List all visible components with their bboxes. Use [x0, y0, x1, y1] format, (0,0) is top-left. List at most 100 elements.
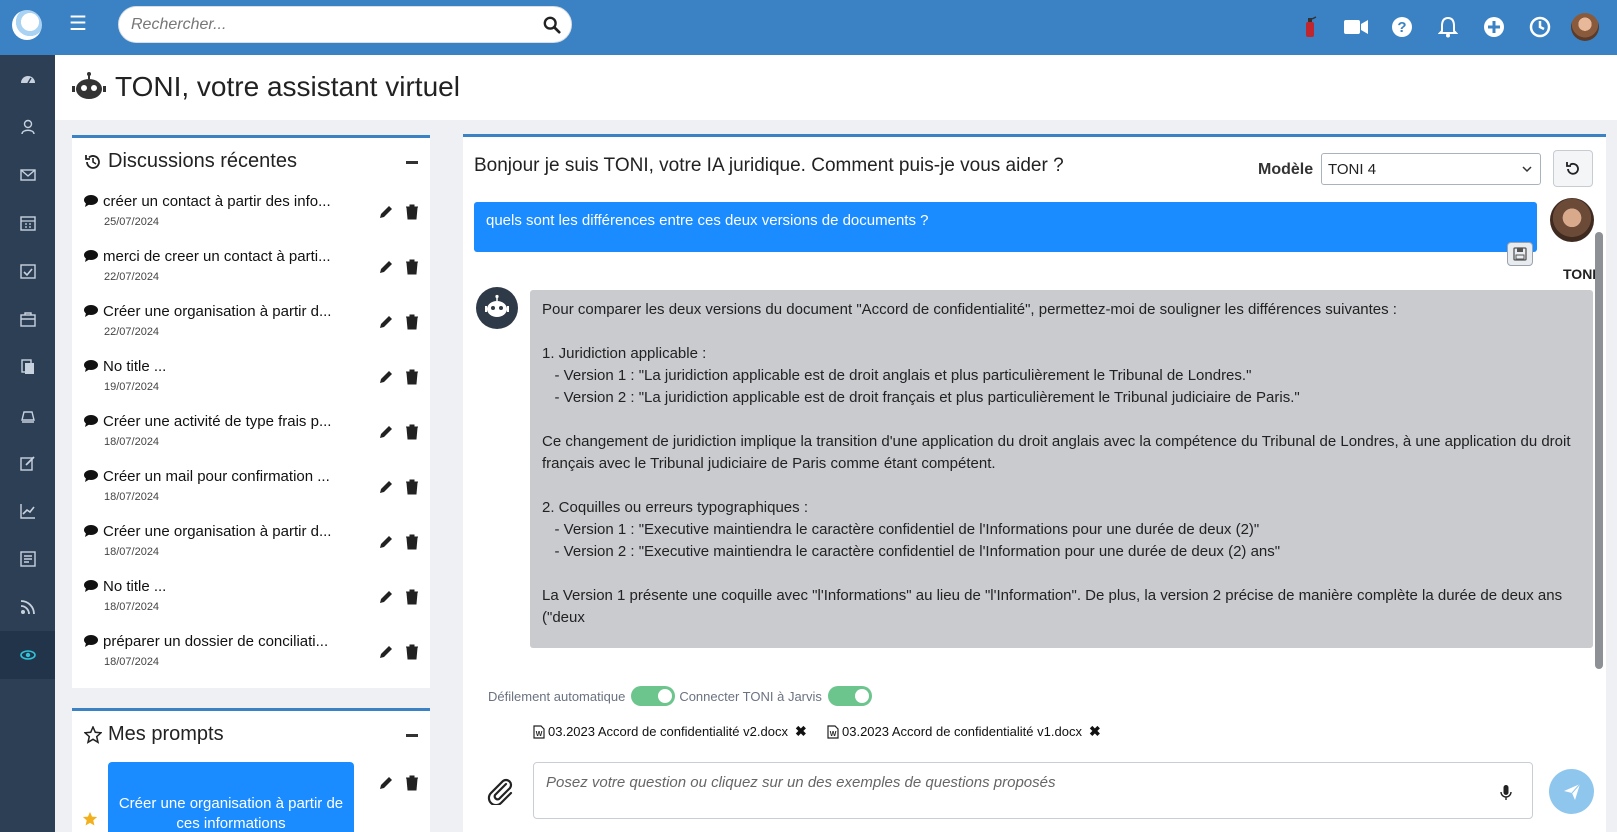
fire-extinguisher-icon[interactable]: [1287, 12, 1333, 42]
list-item[interactable]: Créer un mail pour confirmation ... 18/0…: [84, 468, 404, 518]
user-message-avatar: [1550, 198, 1594, 242]
calendar-icon[interactable]: [0, 199, 55, 247]
report-icon[interactable]: [0, 535, 55, 583]
edit-icon[interactable]: [378, 589, 394, 605]
briefcase-icon[interactable]: [0, 295, 55, 343]
chart-icon[interactable]: [0, 487, 55, 535]
svg-text:W: W: [830, 731, 837, 738]
trash-icon[interactable]: [404, 424, 420, 440]
reset-chat-button[interactable]: [1553, 150, 1593, 187]
save-button[interactable]: [1507, 242, 1533, 266]
question-box[interactable]: [533, 762, 1533, 819]
list-item[interactable]: No title ... 18/07/2024: [84, 578, 404, 628]
edit-icon[interactable]: [378, 424, 394, 440]
clock-icon[interactable]: [1517, 12, 1563, 42]
list-item[interactable]: Créer une organisation à partir d... 22/…: [84, 303, 404, 353]
edit-icon[interactable]: [378, 204, 394, 220]
trash-icon[interactable]: [404, 204, 420, 220]
history-icon: [85, 154, 100, 169]
video-icon[interactable]: [1333, 12, 1379, 42]
bell-icon[interactable]: [1425, 12, 1471, 42]
connect-jarvis-toggle[interactable]: [827, 686, 872, 706]
discussions-panel: Discussions récentes créer un contact à …: [72, 135, 430, 688]
discussion-title: Créer une organisation à partir d...: [103, 303, 332, 320]
chat-scrollbar[interactable]: [1595, 232, 1603, 669]
rss-icon[interactable]: [0, 583, 55, 631]
microphone-icon[interactable]: [1500, 785, 1512, 801]
prompt-card[interactable]: Créer une organisation à partir de ces i…: [108, 762, 354, 832]
app-logo[interactable]: [12, 10, 42, 40]
list-item[interactable]: préparer un dossier de conciliati... 18/…: [84, 633, 404, 683]
edit-icon[interactable]: [378, 775, 394, 791]
contacts-icon[interactable]: [0, 103, 55, 151]
billing-icon[interactable]: [0, 391, 55, 439]
remove-attachment-icon[interactable]: ✖: [1089, 723, 1101, 740]
edit-icon[interactable]: [0, 439, 55, 487]
tasks-icon[interactable]: [0, 247, 55, 295]
assistant-message: Pour comparer les deux versions du docum…: [530, 290, 1593, 648]
discussions-title: Discussions récentes: [108, 150, 297, 172]
attachment-chip[interactable]: W 03.2023 Accord de confidentialité v1.d…: [827, 723, 1101, 740]
discussion-title: préparer un dossier de conciliati...: [103, 633, 329, 650]
edit-icon[interactable]: [378, 314, 394, 330]
auto-scroll-label: Défilement automatique: [488, 688, 626, 704]
edit-icon[interactable]: [378, 369, 394, 385]
assistant-name: TONI: [1563, 266, 1597, 282]
plus-circle-icon[interactable]: [1471, 12, 1517, 42]
help-icon[interactable]: ?: [1379, 12, 1425, 42]
top-icons: ?: [1287, 12, 1599, 42]
edit-icon[interactable]: [378, 534, 394, 550]
trash-icon[interactable]: [404, 589, 420, 605]
star-icon[interactable]: [82, 811, 98, 827]
list-item[interactable]: Créer une activité de type frais p... 18…: [84, 413, 404, 463]
trash-icon[interactable]: [404, 775, 420, 791]
paperclip-icon[interactable]: [485, 775, 515, 805]
discussions-header: Discussions récentes: [84, 150, 297, 173]
list-item[interactable]: No title ... 19/07/2024: [84, 358, 404, 408]
send-button[interactable]: [1549, 769, 1594, 814]
list-item[interactable]: Créer une organisation à partir d... 18/…: [84, 523, 404, 573]
user-avatar[interactable]: [1571, 13, 1599, 41]
discussion-title: No title ...: [103, 358, 167, 375]
search-input[interactable]: [131, 14, 531, 36]
trash-icon[interactable]: [404, 369, 420, 385]
list-item[interactable]: créer un contact à partir des info... 25…: [84, 193, 404, 243]
discussion-date: 18/07/2024: [104, 546, 160, 558]
trash-icon[interactable]: [404, 644, 420, 660]
top-bar: ☰ ?: [0, 0, 1617, 55]
edit-icon[interactable]: [378, 259, 394, 275]
comment-icon: [84, 525, 98, 537]
model-select[interactable]: TONI 4: [1321, 153, 1541, 185]
discussion-date: 18/07/2024: [104, 436, 160, 448]
word-file-icon: W: [533, 724, 545, 739]
mail-icon[interactable]: [0, 151, 55, 199]
collapse-prompts-button[interactable]: [406, 734, 418, 737]
trash-icon[interactable]: [404, 534, 420, 550]
discussion-title: créer un contact à partir des info...: [103, 193, 331, 210]
trash-icon[interactable]: [404, 259, 420, 275]
remove-attachment-icon[interactable]: ✖: [795, 723, 807, 740]
edit-icon[interactable]: [378, 479, 394, 495]
discussion-date: 22/07/2024: [104, 271, 160, 283]
search-box[interactable]: [118, 6, 572, 43]
menu-icon[interactable]: ☰: [68, 13, 88, 35]
list-item[interactable]: merci de creer un contact à parti... 22/…: [84, 248, 404, 298]
dashboard-icon[interactable]: [0, 55, 55, 103]
toni-icon[interactable]: [0, 631, 55, 679]
search-icon[interactable]: [543, 16, 561, 34]
edit-icon[interactable]: [378, 644, 394, 660]
auto-scroll-toggle[interactable]: [631, 686, 676, 706]
comment-icon: [84, 195, 98, 207]
discussion-date: 22/07/2024: [104, 326, 160, 338]
documents-icon[interactable]: [0, 343, 55, 391]
question-input[interactable]: [546, 771, 1466, 793]
trash-icon[interactable]: [404, 314, 420, 330]
attachment-chip[interactable]: W 03.2023 Accord de confidentialité v2.d…: [533, 723, 807, 740]
star-outline-icon: [84, 725, 102, 744]
trash-icon[interactable]: [404, 479, 420, 495]
discussion-title: Créer une organisation à partir d...: [103, 523, 332, 540]
paper-plane-icon: [1563, 783, 1580, 800]
collapse-discussions-button[interactable]: [406, 161, 418, 164]
page-title: TONI, votre assistant virtuel: [115, 71, 460, 102]
discussion-date: 25/07/2024: [104, 216, 160, 228]
